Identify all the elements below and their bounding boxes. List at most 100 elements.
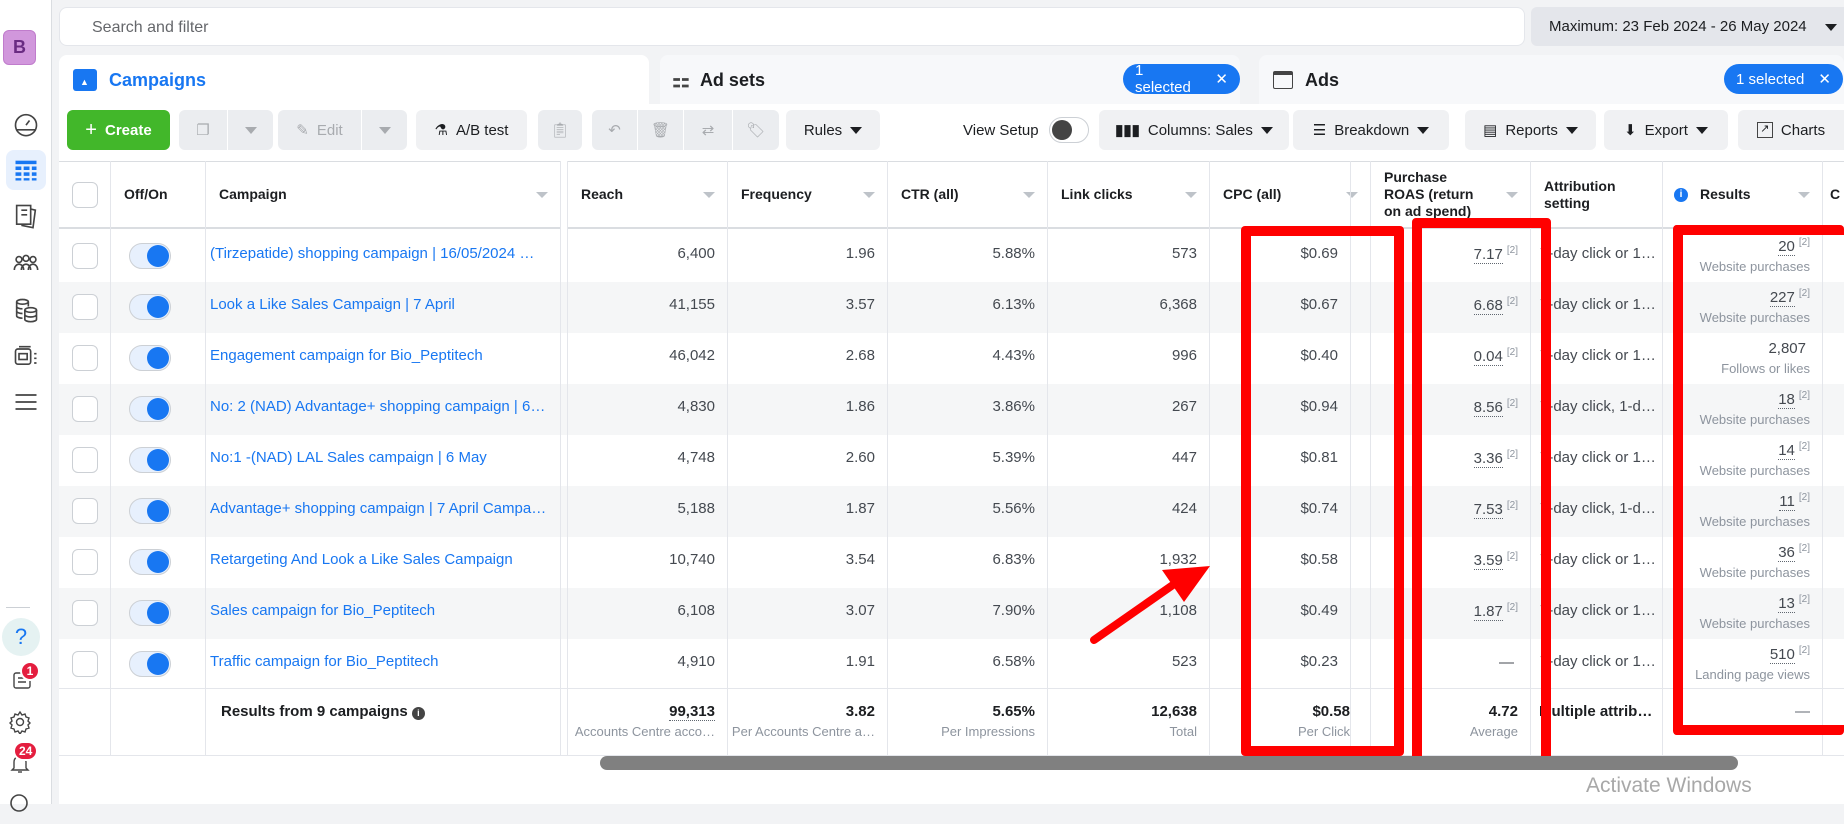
help-icon[interactable]: ? bbox=[2, 618, 40, 656]
rules-dropdown[interactable]: Rules bbox=[786, 110, 880, 150]
edit-label: Edit bbox=[316, 121, 343, 139]
row-checkbox[interactable] bbox=[72, 243, 98, 269]
duplicate-dropdown[interactable] bbox=[228, 110, 273, 150]
clipboard-button[interactable]: 📋︎ bbox=[538, 110, 582, 150]
campaign-name-link[interactable]: Traffic campaign for Bio_Peptitech bbox=[205, 639, 560, 690]
tab-campaigns[interactable]: ▲ Campaigns bbox=[59, 55, 649, 105]
campaign-on-off-toggle[interactable] bbox=[129, 600, 171, 626]
campaign-on-off-toggle[interactable] bbox=[129, 549, 171, 575]
table-row[interactable]: No: 2 (NAD) Advantage+ shopping campaign… bbox=[59, 384, 1844, 435]
campaign-name-link[interactable]: Retargeting And Look a Like Sales Campai… bbox=[205, 537, 560, 588]
edit-button[interactable]: ✎ Edit bbox=[278, 110, 361, 150]
row-checkbox[interactable] bbox=[72, 447, 98, 473]
table-row[interactable]: Traffic campaign for Bio_Peptitech 4,910 1… bbox=[59, 639, 1844, 690]
reports-icon[interactable] bbox=[6, 196, 46, 236]
undo-button[interactable]: ↶ bbox=[592, 110, 637, 150]
campaign-on-off-toggle[interactable] bbox=[129, 396, 171, 422]
row-checkbox[interactable] bbox=[72, 345, 98, 371]
media-library-icon[interactable] bbox=[6, 336, 46, 376]
table-row[interactable]: Look a Like Sales Campaign | 7 April 41,1… bbox=[59, 282, 1844, 333]
row-checkbox[interactable] bbox=[72, 549, 98, 575]
header-off-on: Off/On bbox=[110, 161, 205, 229]
charts-button[interactable]: ↗ Charts bbox=[1738, 110, 1844, 150]
campaign-name-link[interactable]: No:1 -(NAD) LAL Sales campaign | 6 May bbox=[205, 435, 560, 486]
delete-button[interactable]: 🗑︎ bbox=[638, 110, 683, 150]
annotation-box-cpc bbox=[1241, 226, 1404, 756]
tag-icon: 🏷︎ bbox=[746, 122, 766, 139]
header-ctr[interactable]: CTR (all) bbox=[887, 161, 1047, 229]
header-cpc[interactable]: CPC (all) bbox=[1209, 161, 1370, 229]
breakdown-dropdown[interactable]: ☰ Breakdown bbox=[1293, 110, 1449, 150]
campaign-on-off-toggle[interactable] bbox=[129, 498, 171, 524]
settings-icon[interactable] bbox=[0, 702, 40, 742]
header-link-clicks[interactable]: Link clicks bbox=[1047, 161, 1209, 229]
header-campaign[interactable]: Campaign bbox=[205, 161, 560, 229]
campaign-name-link[interactable]: (Tirzepatide) shopping campaign | 16/05/… bbox=[205, 231, 560, 282]
audiences-icon[interactable] bbox=[6, 243, 46, 283]
table-row[interactable]: Retargeting And Look a Like Sales Campai… bbox=[59, 537, 1844, 588]
header-next-column[interactable]: C bbox=[1822, 161, 1844, 229]
flask-icon: ⚗ bbox=[434, 122, 448, 139]
account-avatar[interactable]: B bbox=[3, 30, 36, 65]
row-checkbox[interactable] bbox=[72, 396, 98, 422]
ads-selection-pill[interactable]: 1 selected ✕ bbox=[1724, 64, 1843, 94]
reports-dropdown[interactable]: ▤ Reports bbox=[1465, 110, 1596, 150]
duplicate-button[interactable]: ❐ bbox=[179, 110, 227, 150]
header-roas-label: Purchase ROAS (return on ad spend) bbox=[1384, 169, 1474, 219]
billing-icon[interactable] bbox=[6, 290, 46, 330]
campaign-name-link[interactable]: Advantage+ shopping campaign | 7 April C… bbox=[205, 486, 560, 537]
table-row[interactable]: Advantage+ shopping campaign | 7 April C… bbox=[59, 486, 1844, 537]
row-checkbox[interactable] bbox=[72, 651, 98, 677]
search-filter-input[interactable]: Search and filter bbox=[59, 7, 1525, 46]
menu-icon[interactable] bbox=[6, 382, 46, 422]
column-divider bbox=[567, 161, 568, 755]
summary-frequency-sub: Per Accounts Centre a… bbox=[731, 724, 875, 739]
ab-test-button[interactable]: ⚗ A/B test bbox=[416, 110, 527, 150]
row-checkbox[interactable] bbox=[72, 600, 98, 626]
header-reach[interactable]: Reach bbox=[567, 161, 727, 229]
campaign-name-link[interactable]: Engagement campaign for Bio_Peptitech bbox=[205, 333, 560, 384]
column-divider bbox=[1662, 161, 1663, 755]
view-setup-toggle[interactable] bbox=[1049, 117, 1089, 143]
dashboard-icon[interactable] bbox=[6, 104, 46, 144]
table-row[interactable]: Sales campaign for Bio_Peptitech 6,108 3.0… bbox=[59, 588, 1844, 639]
tab-ad-sets[interactable]: ⚏ Ad sets 1 selected ✕ bbox=[660, 55, 1240, 105]
create-button[interactable]: + Create bbox=[67, 110, 170, 150]
table-row[interactable]: Engagement campaign for Bio_Peptitech 46,… bbox=[59, 333, 1844, 384]
campaign-name-link[interactable]: Look a Like Sales Campaign | 7 April bbox=[205, 282, 560, 333]
search-icon[interactable] bbox=[0, 784, 40, 824]
table-row[interactable]: No:1 -(NAD) LAL Sales campaign | 6 May 4,… bbox=[59, 435, 1844, 486]
clear-selection-close-icon[interactable]: ✕ bbox=[1818, 70, 1831, 88]
tag-button[interactable]: 🏷︎ bbox=[733, 110, 779, 150]
campaign-name-link[interactable]: Sales campaign for Bio_Peptitech bbox=[205, 588, 560, 639]
campaign-name-link[interactable]: No: 2 (NAD) Advantage+ shopping campaign… bbox=[205, 384, 560, 435]
campaign-on-off-toggle[interactable] bbox=[129, 345, 171, 371]
search-placeholder: Search and filter bbox=[92, 19, 209, 36]
select-all-checkbox[interactable] bbox=[72, 182, 98, 208]
header-frequency[interactable]: Frequency bbox=[727, 161, 887, 229]
annotation-box-roas bbox=[1412, 218, 1551, 770]
tab-ads[interactable]: Ads 1 selected ✕ bbox=[1259, 55, 1844, 105]
annotation-box-results bbox=[1673, 225, 1844, 735]
header-frequency-label: Frequency bbox=[741, 186, 812, 202]
date-range-picker[interactable]: Maximum: 23 Feb 2024 - 26 May 2024 bbox=[1531, 7, 1844, 46]
campaign-on-off-toggle[interactable] bbox=[129, 294, 171, 320]
row-checkbox[interactable] bbox=[72, 294, 98, 320]
cell-frequency: 3.07 bbox=[845, 602, 875, 619]
export-dropdown[interactable]: ⬇ Export bbox=[1604, 110, 1728, 150]
compare-button[interactable]: ⇄ bbox=[684, 110, 732, 150]
horizontal-scrollbar[interactable] bbox=[600, 756, 1738, 770]
campaigns-table-icon[interactable] bbox=[6, 150, 46, 190]
edit-dropdown[interactable] bbox=[362, 110, 407, 150]
columns-dropdown[interactable]: ▮▮▮ Columns: Sales bbox=[1099, 110, 1289, 150]
clear-selection-close-icon[interactable]: ✕ bbox=[1215, 70, 1228, 88]
campaign-on-off-toggle[interactable] bbox=[129, 447, 171, 473]
header-cpc-label: CPC (all) bbox=[1223, 186, 1282, 202]
chevron-down-icon bbox=[1565, 126, 1578, 134]
ad-sets-selection-pill[interactable]: 1 selected ✕ bbox=[1123, 62, 1240, 96]
table-row[interactable]: (Tirzepatide) shopping campaign | 16/05/… bbox=[59, 231, 1844, 282]
campaign-on-off-toggle[interactable] bbox=[129, 243, 171, 269]
campaign-on-off-toggle[interactable] bbox=[129, 651, 171, 677]
header-results[interactable]: i Results bbox=[1662, 161, 1822, 229]
row-checkbox[interactable] bbox=[72, 498, 98, 524]
